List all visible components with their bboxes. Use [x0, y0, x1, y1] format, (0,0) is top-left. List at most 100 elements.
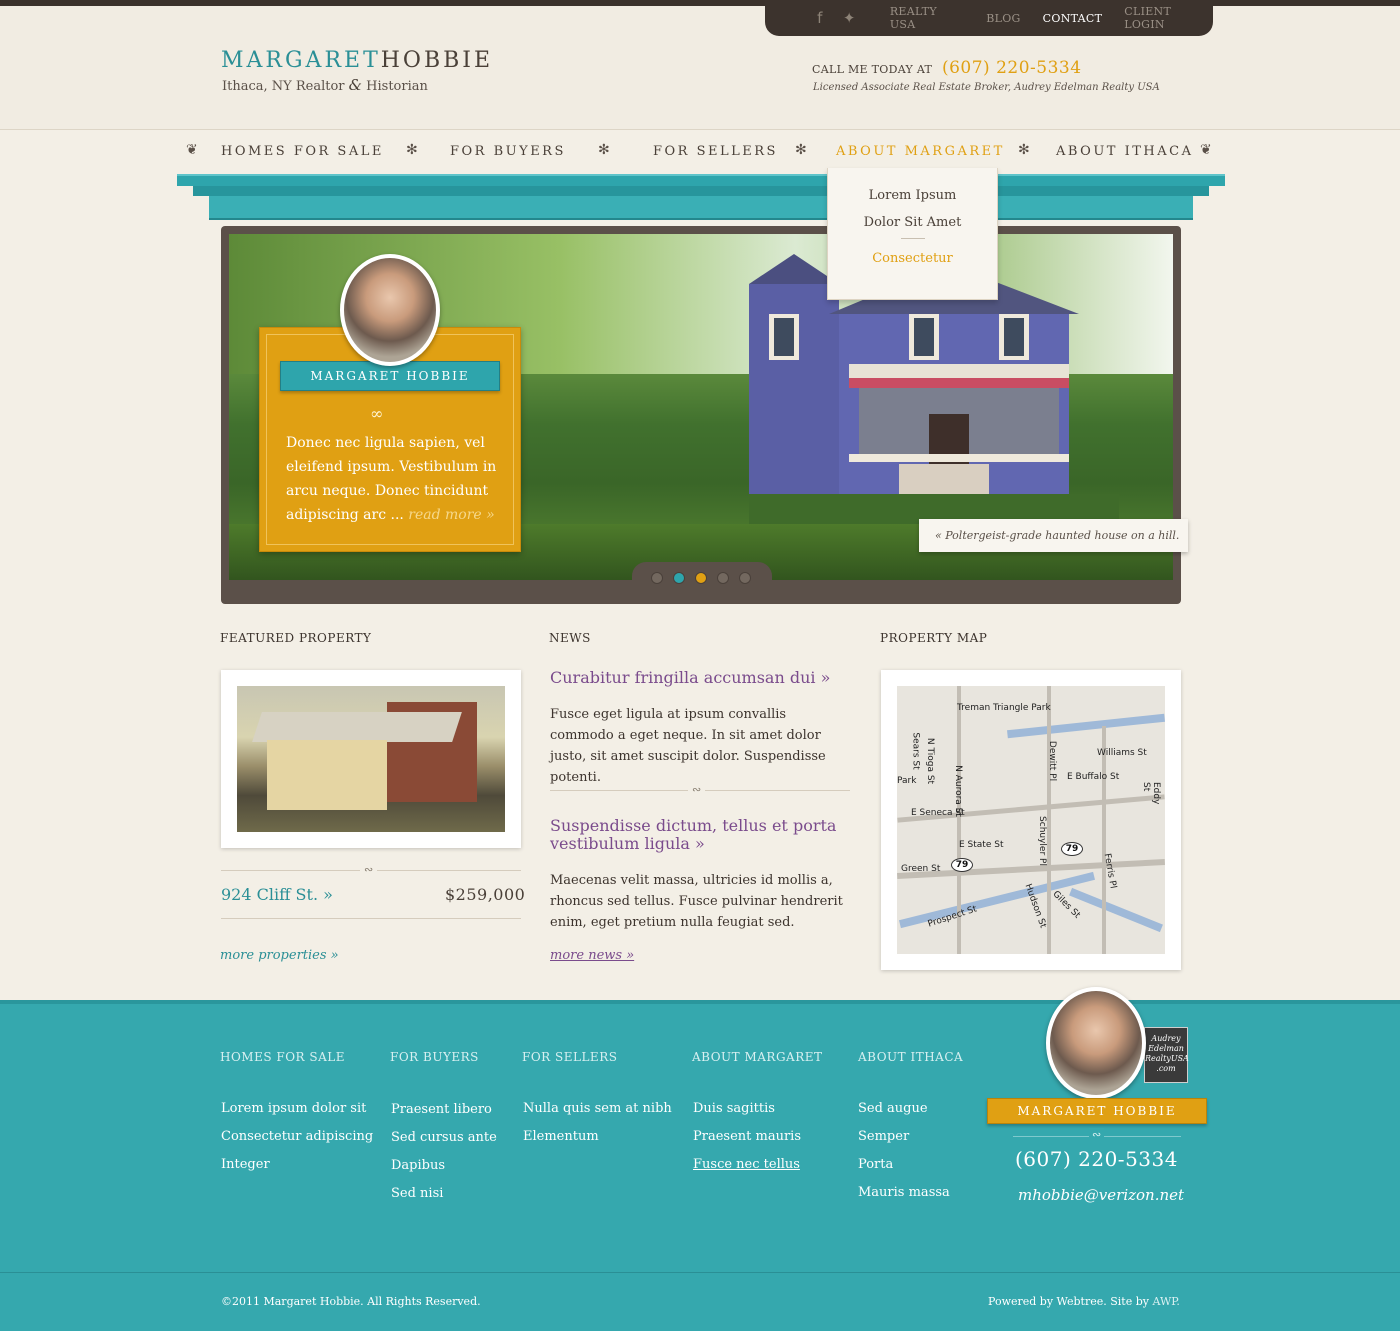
avatar	[340, 254, 440, 366]
map-label: E Buffalo St	[1067, 772, 1120, 782]
footer-col-title: HOMES FOR SALE	[220, 1050, 346, 1064]
logo-tagline: Ithaca, NY Realtor & Historian	[222, 76, 428, 94]
header-phone[interactable]: (607) 220-5334	[942, 58, 1082, 78]
licensed-note: Licensed Associate Real Estate Broker, A…	[813, 82, 1160, 93]
footer-link[interactable]: Duis sagittis	[693, 1101, 775, 1116]
map-river	[1007, 713, 1165, 739]
footer-link[interactable]: Nulla quis sem at nibh	[523, 1101, 672, 1116]
footer-link[interactable]: Porta	[858, 1157, 893, 1172]
news-body: Fusce eget ligula at ipsum convallis com…	[550, 707, 826, 785]
map-road	[1047, 686, 1051, 954]
cornice-band	[193, 186, 1209, 196]
cornice-band	[177, 174, 1225, 186]
copyright: ©2011 Margaret Hobbie. All Rights Reserv…	[221, 1295, 481, 1308]
about-margaret-dropdown: Lorem Ipsum Dolor Sit Amet Consectetur	[827, 168, 998, 300]
footer-link[interactable]: Praesent mauris	[693, 1129, 801, 1144]
footer-rule	[0, 1272, 1400, 1273]
footer-link[interactable]: Consectetur adipiscing	[221, 1129, 373, 1144]
footer-col-title: FOR BUYERS	[390, 1050, 479, 1064]
footer-link[interactable]: Elementum	[523, 1129, 599, 1144]
footer-link[interactable]: Sed nisi	[391, 1186, 443, 1201]
footer-link[interactable]: Semper	[858, 1129, 909, 1144]
utility-link-client-login[interactable]: CLIENT LOGIN	[1124, 5, 1213, 31]
nav-flourish-left: ❦	[186, 142, 198, 158]
footer-phone[interactable]: (607) 220-5334	[1015, 1147, 1178, 1171]
property-address-link[interactable]: 924 Cliff St. »	[221, 885, 333, 904]
footer-link[interactable]: Integer	[221, 1157, 270, 1172]
route-79-shield-icon: 79	[1061, 842, 1083, 856]
tagline-ampersand: &	[348, 76, 363, 94]
footer-link[interactable]: Mauris massa	[858, 1185, 950, 1200]
featured-property-photo[interactable]	[221, 670, 521, 848]
footer-link[interactable]: Praesent libero	[391, 1102, 492, 1117]
more-news-link[interactable]: more news »	[550, 948, 634, 963]
property-map[interactable]: Treman Triangle Park Sears St N Tioga St…	[897, 686, 1165, 954]
property-map-card: Treman Triangle Park Sears St N Tioga St…	[881, 670, 1181, 970]
map-label: Sears St	[910, 732, 921, 770]
news-headline-link[interactable]: Curabitur fringilla accumsan dui »	[550, 669, 830, 687]
call-label: CALL ME TODAY AT	[812, 63, 933, 76]
footer-link[interactable]: Sed cursus ante	[391, 1130, 497, 1145]
nav-about-ithaca[interactable]: ABOUT ITHACA	[1056, 144, 1193, 159]
slider-dots	[651, 572, 751, 584]
nav-homes-for-sale[interactable]: HOMES FOR SALE	[221, 144, 384, 159]
flourish-icon: ∞	[370, 404, 384, 423]
map-label: Green St	[901, 864, 941, 874]
utility-link-realty-usa[interactable]: REALTY USA	[890, 5, 964, 31]
footer-link[interactable]: Sed augue	[858, 1101, 928, 1116]
divider-ornament-icon: ∾	[360, 863, 378, 876]
divider	[221, 918, 521, 919]
footer-link[interactable]: Lorem ipsum dolor sit	[221, 1101, 366, 1116]
slide-dot[interactable]	[673, 572, 685, 584]
divider-ornament-icon: ∾	[688, 783, 706, 796]
logo-first-name: MARGARET	[221, 48, 381, 73]
site-logo[interactable]: MARGARETHOBBIE	[221, 48, 493, 73]
footer-name-ribbon: MARGARET HOBBIE	[987, 1098, 1207, 1124]
slide-dot-active[interactable]	[695, 572, 707, 584]
footer-col-title: ABOUT MARGARET	[692, 1050, 823, 1064]
awp-link[interactable]: AWP.	[1152, 1295, 1179, 1308]
news-body: Maecenas velit massa, ultricies id molli…	[550, 873, 843, 930]
nav-for-sellers[interactable]: FOR SELLERS	[653, 144, 778, 159]
twitter-icon[interactable]: ✦	[838, 9, 859, 27]
nav-separator-icon: ✻	[1018, 142, 1030, 158]
powered-by: Powered by Webtree. Site by AWP.	[988, 1295, 1180, 1308]
nav-separator-icon: ✻	[598, 142, 610, 158]
property-map-title: PROPERTY MAP	[880, 631, 988, 645]
map-label: Schuyler Pl	[1036, 816, 1047, 866]
facebook-icon[interactable]: f	[809, 9, 830, 27]
read-more-link[interactable]: read more »	[408, 507, 494, 523]
dropdown-item-dolor-sit-amet[interactable]: Dolor Sit Amet	[828, 215, 997, 230]
main-nav: ❦ HOMES FOR SALE ✻ FOR BUYERS ✻ FOR SELL…	[186, 142, 1216, 164]
nav-flourish-right: ❦	[1200, 142, 1212, 158]
map-label: N Tioga St	[925, 737, 936, 785]
property-image-wall	[267, 740, 387, 810]
slide-dot[interactable]	[717, 572, 729, 584]
map-river	[1069, 887, 1163, 933]
realty-usa-badge[interactable]: Audrey Edelman RealtyUSA .com	[1144, 1027, 1189, 1083]
map-label: Park	[897, 776, 917, 786]
dropdown-item-lorem-ipsum[interactable]: Lorem Ipsum	[828, 188, 997, 203]
utility-link-blog[interactable]: BLOG	[986, 12, 1020, 25]
footer-link[interactable]: Dapibus	[391, 1158, 445, 1173]
nav-separator-icon: ✻	[795, 142, 807, 158]
slide-dot[interactable]	[651, 572, 663, 584]
footer-col-title: ABOUT ITHACA	[858, 1050, 964, 1064]
utility-link-contact[interactable]: CONTACT	[1043, 12, 1103, 25]
map-label: Eddy St	[1141, 782, 1161, 805]
map-label: Dewitt Pl	[1047, 740, 1058, 782]
more-properties-link[interactable]: more properties »	[220, 948, 339, 963]
news-headline-link[interactable]: Suspendisse dictum, tellus et porta vest…	[550, 817, 850, 853]
divider-ornament-icon: ∾	[1089, 1128, 1105, 1141]
footer-link[interactable]: Fusce nec tellus	[693, 1157, 800, 1172]
profile-text: Donec nec ligula sapien, vel eleifend ip…	[286, 431, 500, 527]
dropdown-item-consectetur[interactable]: Consectetur	[828, 251, 997, 266]
nav-for-buyers[interactable]: FOR BUYERS	[450, 144, 566, 159]
footer-avatar	[1046, 987, 1146, 1099]
nav-about-margaret[interactable]: ABOUT MARGARET	[836, 144, 1005, 159]
slide-dot[interactable]	[739, 572, 751, 584]
footer-email-link[interactable]: mhobbie@verizon.net	[1018, 1186, 1184, 1204]
utility-nav: f ✦ REALTY USA BLOG CONTACT CLIENT LOGIN	[765, 0, 1213, 36]
map-road	[1102, 726, 1106, 954]
footer-col-title: FOR SELLERS	[522, 1050, 618, 1064]
